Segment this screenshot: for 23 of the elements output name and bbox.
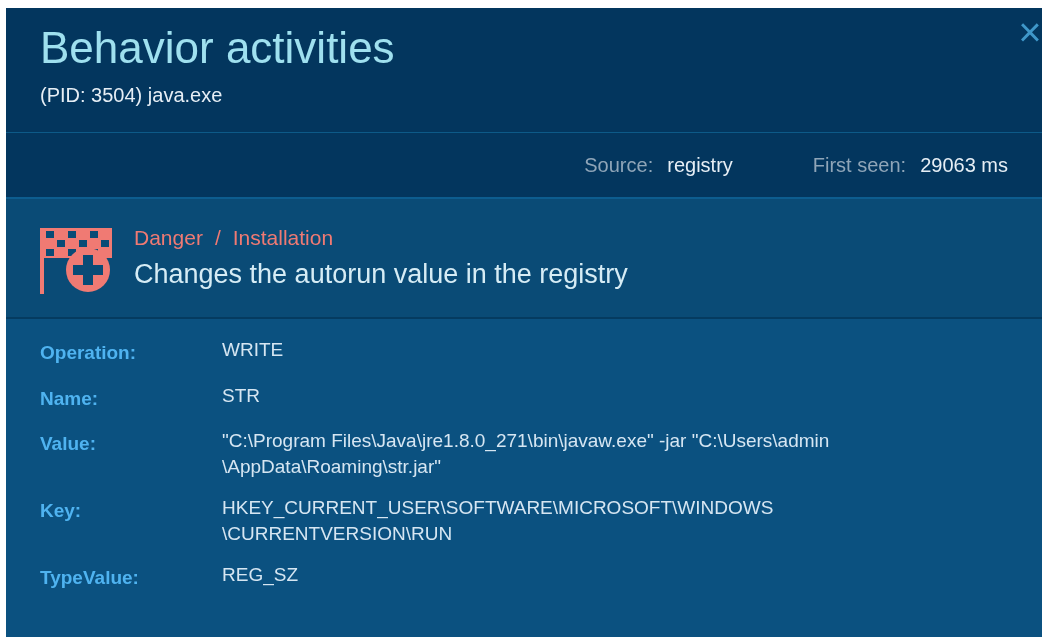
separator: /: [214, 225, 221, 251]
detail-label: Value:: [40, 432, 97, 456]
detail-value: STR: [222, 383, 260, 408]
detail-label: TypeValue:: [40, 566, 140, 590]
meta-label: Source:: [584, 153, 654, 178]
meta-value: registry: [667, 153, 733, 178]
detail-value: \AppData\Roaming\str.jar": [222, 455, 442, 479]
detail-value: \CURRENTVERSION\RUN: [222, 522, 454, 546]
detail-label: Name:: [40, 386, 100, 411]
detail-label: Operation:: [40, 341, 138, 365]
event-description: Changes the autorun value in the registry: [134, 257, 628, 291]
window-title: Behavior activities: [40, 22, 396, 74]
detail-value: "C:\Program Files\Java\jre1.8.0_271\bin\javaw.exe" -jar "C:\Users\admin: [222, 429, 830, 454]
close-button[interactable]: ×: [1018, 12, 1042, 52]
detail-label: Key:: [40, 499, 83, 523]
detail-value: REG_SZ: [222, 563, 299, 588]
meta-label: First seen:: [812, 153, 907, 178]
severity-label: Danger: [134, 225, 203, 251]
meta-value: 29063 ms: [920, 153, 1008, 178]
detail-value: WRITE: [222, 338, 284, 362]
process-subtitle: (PID: 3504) java.exe: [40, 83, 224, 108]
category-label: Installation: [232, 225, 334, 251]
detail-value: HKEY_CURRENT_USER\SOFTWARE\MICROSOFT\WINDOWS: [222, 496, 774, 521]
